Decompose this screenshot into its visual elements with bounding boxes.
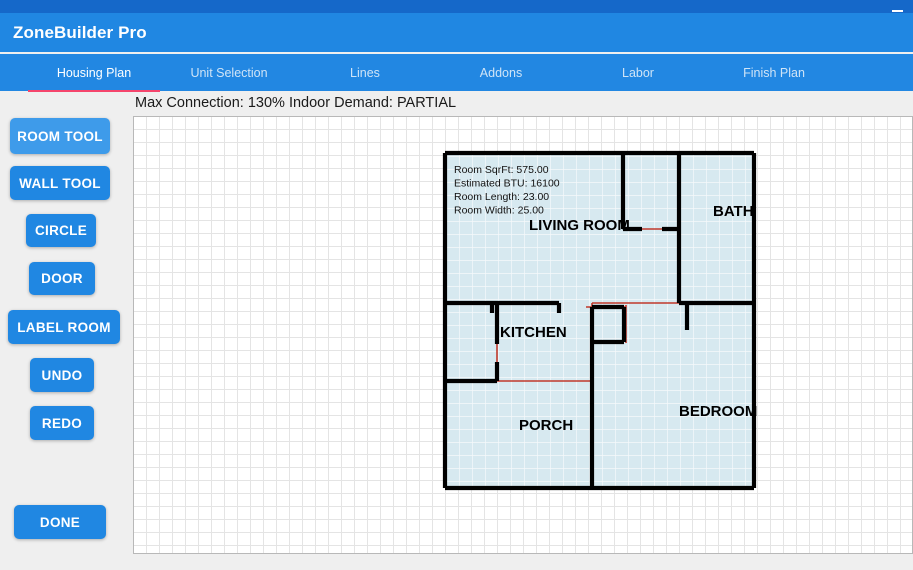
application-window: ZoneBuilder Pro Housing Plan Unit Selecti… bbox=[0, 0, 913, 570]
tab-bar: Housing Plan Unit Selection Lines Addons Lab… bbox=[0, 54, 913, 93]
window-footer bbox=[0, 554, 913, 570]
room-label-bedroom: BEDROOM bbox=[679, 403, 757, 420]
room-tool-button[interactable]: ROOM TOOL bbox=[10, 118, 110, 154]
app-title: ZoneBuilder Pro bbox=[13, 22, 147, 42]
done-button[interactable]: DONE bbox=[14, 505, 106, 539]
wall-tool-button[interactable]: WALL TOOL bbox=[10, 166, 110, 200]
undo-button[interactable]: UNDO bbox=[30, 358, 94, 392]
title-bar: ZoneBuilder Pro bbox=[0, 13, 913, 52]
tab-label: Unit Selection bbox=[190, 65, 268, 80]
tab-housing-plan[interactable]: Housing Plan bbox=[28, 54, 160, 93]
status-text: Max Connection: 130% Indoor Demand: PART… bbox=[133, 92, 913, 114]
room-interior-grid bbox=[445, 153, 754, 488]
redo-button[interactable]: REDO bbox=[30, 406, 94, 440]
tab-label: Lines bbox=[350, 65, 380, 80]
tab-finish-plan[interactable]: Finish Plan bbox=[722, 54, 826, 91]
room-label-living-room: LIVING ROOM bbox=[529, 217, 630, 234]
room-label-kitchen: KITCHEN bbox=[500, 324, 567, 341]
tab-lines[interactable]: Lines bbox=[316, 54, 414, 91]
door-button[interactable]: DOOR bbox=[29, 262, 95, 295]
floor-plan-drawing: Room SqrFt: 575.00Estimated BTU: 16100Ro… bbox=[442, 150, 757, 491]
info-length: Room Length: 23.00 bbox=[454, 191, 549, 203]
info-btu: Estimated BTU: 16100 bbox=[454, 178, 560, 190]
tab-label: Labor bbox=[622, 65, 654, 80]
tab-label: Finish Plan bbox=[743, 65, 805, 80]
tab-labor[interactable]: Labor bbox=[592, 54, 684, 91]
circle-button[interactable]: CIRCLE bbox=[26, 214, 96, 247]
tab-label: Addons bbox=[479, 65, 523, 80]
info-width: Room Width: 25.00 bbox=[454, 205, 544, 217]
floor-plan-canvas[interactable]: Room SqrFt: 575.00 Estimated BTU: 16100 Ro… bbox=[133, 116, 913, 554]
tool-sidebar: ROOM TOOL WALL TOOL CIRCLE DOOR LABEL ROOM UN… bbox=[0, 92, 133, 570]
tab-addons[interactable]: Addons bbox=[452, 54, 550, 91]
minimize-icon[interactable] bbox=[889, 2, 905, 12]
tab-label: Housing Plan bbox=[56, 65, 132, 80]
room-label-bath: BATH bbox=[713, 203, 754, 220]
info-sqrft: Room SqrFt: 575.00 bbox=[454, 164, 549, 176]
room-label-porch: PORCH bbox=[519, 417, 573, 434]
tab-unit-selection[interactable]: Unit Selection bbox=[166, 54, 292, 91]
window-top-strip bbox=[0, 0, 913, 13]
label-room-button[interactable]: LABEL ROOM bbox=[8, 310, 120, 344]
